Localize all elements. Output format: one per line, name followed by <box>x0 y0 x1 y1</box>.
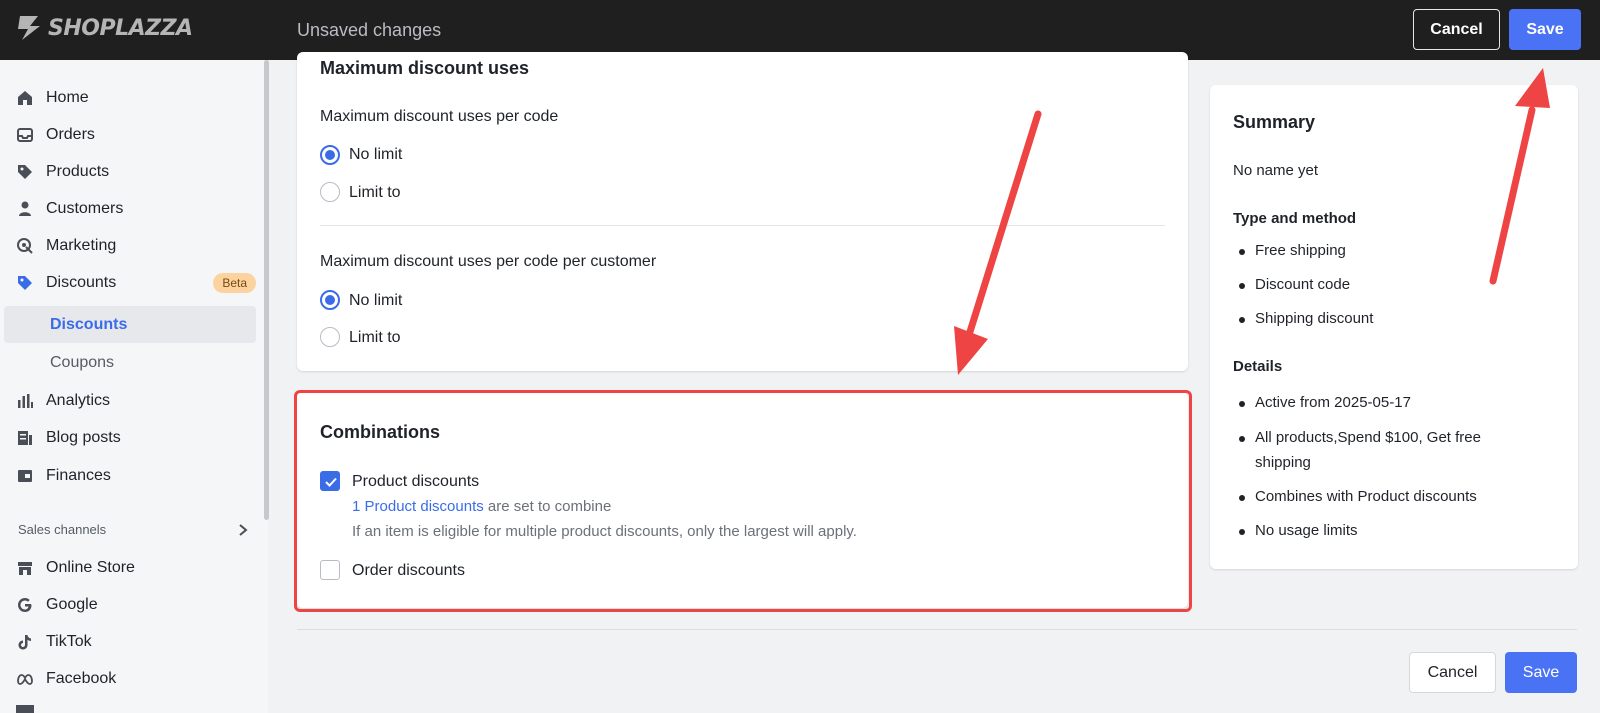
combine-suffix: are set to combine <box>487 498 612 515</box>
unsaved-changes-label: Unsaved changes <box>297 20 442 40</box>
sidebar-item-label: Blog posts <box>46 429 121 446</box>
sidebar-item-tiktok[interactable]: TikTok <box>16 626 256 658</box>
product-discounts-link[interactable]: 1 Product discounts <box>352 498 484 515</box>
summary-name: No name yet <box>1233 162 1319 179</box>
sidebar-item-customers[interactable]: Customers <box>16 193 256 225</box>
per-customer-limit-to-radio[interactable] <box>320 327 340 347</box>
shoplazza-logo-icon <box>18 16 40 40</box>
bar-chart-icon <box>18 394 33 408</box>
orders-icon <box>17 128 33 142</box>
per-code-no-limit-label[interactable]: No limit <box>349 146 402 164</box>
tiktok-icon <box>18 635 31 650</box>
save-button-footer[interactable]: Save <box>1505 652 1577 693</box>
sidebar-item-marketing[interactable]: Marketing <box>16 230 256 262</box>
product-discounts-help: If an item is eligible for multiple prod… <box>352 523 857 540</box>
details-item: Combines with Product discounts <box>1255 488 1477 505</box>
per-code-no-limit-radio[interactable] <box>320 145 340 165</box>
bullet <box>1239 401 1245 407</box>
type-item: Free shipping <box>1255 242 1346 259</box>
per-code-label: Maximum discount uses per code <box>320 108 559 125</box>
bullet <box>1239 249 1245 255</box>
sales-channels-title: Sales channels <box>18 522 107 537</box>
details-item: All products,Spend $100, Get free <box>1255 429 1481 446</box>
sidebar-item-label: Google <box>46 596 98 613</box>
per-code-limit-to-radio[interactable] <box>320 182 340 202</box>
type-method-title: Type and method <box>1233 210 1357 227</box>
sidebar-item-cutoff-icon <box>16 705 34 713</box>
product-discounts-label[interactable]: Product discounts <box>352 473 479 491</box>
cancel-button-footer[interactable]: Cancel <box>1409 652 1496 693</box>
sidebar-subitem-discounts[interactable]: Discounts <box>4 306 256 343</box>
sidebar-subitem-coupons[interactable]: Coupons <box>4 344 256 381</box>
sidebar-item-label: Orders <box>46 126 95 143</box>
per-code-limit-to-label[interactable]: Limit to <box>349 184 401 202</box>
sidebar-item-discounts[interactable]: Discounts Beta <box>16 267 256 299</box>
sidebar-scrollbar[interactable] <box>264 60 269 520</box>
sidebar-item-home[interactable]: Home <box>16 82 256 114</box>
checkmark-icon <box>325 477 337 487</box>
summary-title: Summary <box>1233 112 1316 132</box>
product-discounts-checkbox[interactable] <box>320 471 340 491</box>
sidebar-item-label: Facebook <box>46 670 117 687</box>
per-customer-no-limit-radio[interactable] <box>320 290 340 310</box>
discount-tag-icon <box>18 276 32 290</box>
tag-icon <box>18 165 32 179</box>
per-customer-label: Maximum discount uses per code per custo… <box>320 253 657 270</box>
footer-divider <box>297 629 1577 630</box>
sidebar-item-label: Home <box>46 89 89 106</box>
sidebar-item-analytics[interactable]: Analytics <box>16 385 256 417</box>
sidebar-item-label: Analytics <box>46 392 111 409</box>
meta-icon <box>17 674 33 685</box>
order-discounts-checkbox[interactable] <box>320 560 340 580</box>
sidebar-item-orders[interactable]: Orders <box>16 119 256 151</box>
sales-channels-header[interactable]: Sales channels <box>18 522 248 537</box>
sidebar-item-label: Products <box>46 163 110 180</box>
blog-icon <box>18 431 32 445</box>
details-item: Active from 2025-05-17 <box>1255 394 1411 411</box>
per-customer-no-limit-label[interactable]: No limit <box>349 292 402 310</box>
home-icon <box>18 91 32 105</box>
brand-logo[interactable]: SHOPLAZZA <box>16 14 193 42</box>
person-icon <box>19 201 31 216</box>
order-discounts-label[interactable]: Order discounts <box>352 562 465 580</box>
details-item-continued: shipping <box>1255 454 1311 471</box>
max-uses-title: Maximum discount uses <box>320 58 530 78</box>
google-icon <box>18 598 32 612</box>
sidebar-item-label: Customers <box>46 200 124 217</box>
bullet <box>1239 529 1245 535</box>
top-bar: SHOPLAZZA Unsaved changes Cancel Save <box>0 0 1600 60</box>
save-button[interactable]: Save <box>1509 9 1581 50</box>
store-icon <box>18 562 32 575</box>
divider <box>320 225 1165 226</box>
type-item: Discount code <box>1255 276 1351 293</box>
cancel-button[interactable]: Cancel <box>1413 9 1500 50</box>
chevron-right-icon <box>239 523 248 536</box>
sidebar-item-facebook[interactable]: Facebook <box>16 663 256 695</box>
sidebar-item-label: Marketing <box>46 237 117 254</box>
beta-badge: Beta <box>213 273 256 293</box>
bullet <box>1239 317 1245 323</box>
sidebar-item-online-store[interactable]: Online Store <box>16 552 256 584</box>
product-discounts-combine-note: 1 Product discounts are set to combine <box>352 498 611 515</box>
details-item: No usage limits <box>1255 522 1358 539</box>
sidebar-item-google[interactable]: Google <box>16 589 256 621</box>
bullet <box>1239 283 1245 289</box>
sidebar-item-label: Online Store <box>46 559 135 576</box>
brand-name: SHOPLAZZA <box>48 15 193 41</box>
combinations-title: Combinations <box>320 422 440 442</box>
bullet <box>1239 495 1245 501</box>
max-uses-card <box>297 52 1188 371</box>
marketing-icon <box>17 238 33 254</box>
sidebar-item-label: Discounts <box>46 274 117 291</box>
sidebar-item-label: TikTok <box>46 633 92 650</box>
sidebar-item-finances[interactable]: Finances <box>16 460 256 492</box>
bullet <box>1239 436 1245 442</box>
finance-icon <box>18 470 32 482</box>
type-item: Shipping discount <box>1255 310 1374 327</box>
sidebar-item-products[interactable]: Products <box>16 156 256 188</box>
sidebar-item-blog-posts[interactable]: Blog posts <box>16 422 256 454</box>
details-title: Details <box>1233 358 1283 375</box>
per-customer-limit-to-label[interactable]: Limit to <box>349 329 401 347</box>
sidebar-item-label: Finances <box>46 467 111 484</box>
